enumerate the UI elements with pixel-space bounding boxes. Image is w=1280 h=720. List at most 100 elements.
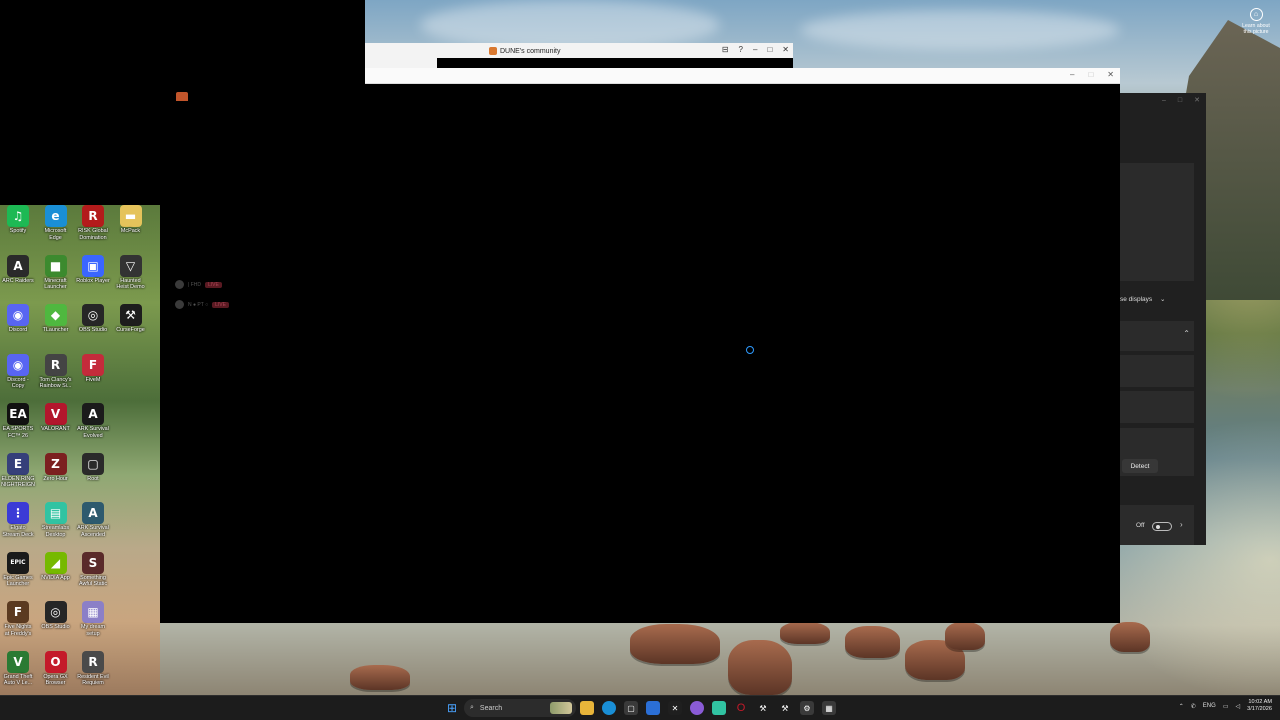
desktop-icon[interactable]: ♫ Spotify — [0, 205, 37, 235]
maximize-button[interactable]: □ — [767, 45, 772, 54]
app-icon: e — [44, 205, 67, 227]
desktop-icon[interactable]: ◎ OBS Studio — [74, 304, 112, 334]
app-icon[interactable]: ▦ — [822, 701, 836, 715]
desktop-icon[interactable]: R RISK Global Domination — [74, 205, 112, 241]
window-title: DUNE's community — [489, 47, 560, 55]
dune-community-window[interactable]: DUNE's community ⊟ ? – □ ✕ — [365, 43, 793, 68]
app-icon: A — [7, 254, 29, 277]
desktop-icon[interactable]: R Resident Evil Requiem — [74, 650, 112, 687]
close-button[interactable]: ✕ — [1194, 96, 1200, 104]
settings-card — [1120, 391, 1194, 423]
main-window-content[interactable] — [365, 68, 1120, 623]
desktop-icon[interactable]: S Something Awful Static — [74, 551, 112, 588]
help-icon[interactable]: ? — [739, 45, 743, 54]
avatar — [175, 280, 184, 289]
desktop-icon[interactable]: ◉ Discord - Copy — [0, 353, 37, 390]
settings-window[interactable]: – □ ✕ se displays ⌄ ⌃ — [1120, 93, 1206, 545]
desktop-icon[interactable]: e Microsoft Edge — [37, 205, 75, 241]
desktop-icon[interactable]: ▣ Roblox Player — [74, 254, 112, 285]
multiple-displays-dropdown[interactable]: se displays ⌄ — [1120, 295, 1165, 303]
live-list-item[interactable]: N ● PT ○ LIVE — [175, 300, 229, 309]
desktop-icon-label: RISK Global Domination — [78, 228, 108, 241]
clock[interactable]: 10:02 AM 3/17/2026 — [1247, 699, 1272, 713]
desktop-icon[interactable]: ⚒ CurseForge — [112, 304, 150, 334]
desktop-icon[interactable]: A ARC Raiders — [0, 254, 37, 285]
close-button[interactable]: ✕ — [1107, 70, 1114, 79]
messenger-icon[interactable] — [690, 701, 704, 715]
app-icon: ⚒ — [119, 304, 142, 326]
settings-card — [1120, 355, 1194, 387]
close-button[interactable]: ✕ — [782, 45, 789, 54]
minimize-button[interactable]: – — [1070, 70, 1074, 79]
start-windows-icon[interactable]: ⊞ — [445, 701, 459, 715]
app-icon: A — [82, 502, 104, 524]
search-highlight-image — [550, 702, 572, 714]
taskbar-search[interactable]: ⌕ Search — [464, 699, 576, 717]
live-list-item[interactable]: | FHD LIVE — [175, 280, 222, 289]
desktop-icon[interactable]: EA EA SPORTS FC™ 26 — [0, 403, 37, 439]
app-icon: ▽ — [119, 254, 142, 277]
desktop-icon[interactable]: ▢ Root — [74, 452, 112, 483]
edge-icon[interactable] — [602, 701, 616, 715]
learn-about-picture[interactable]: ⌂ Learn about this picture — [1236, 8, 1276, 35]
desktop-icon-label: NVIDIA App — [41, 574, 70, 581]
desktop-icon[interactable]: ▦ My dream setup — [74, 601, 112, 637]
detect-button[interactable]: Detect — [1122, 459, 1158, 473]
opera-gx-icon[interactable]: O — [734, 701, 748, 715]
desktop-icon[interactable]: V Grand Theft Auto V Le... — [0, 650, 37, 687]
black-window-area — [160, 205, 365, 623]
minimize-button[interactable]: – — [1162, 97, 1166, 104]
settings-card-header[interactable]: ⌃ — [1120, 321, 1194, 351]
pip-icon[interactable]: ⊟ — [722, 45, 729, 54]
desktop-icon[interactable]: ⋮ Elgato Stream Deck — [0, 502, 37, 538]
chevron-up-icon[interactable]: ⌃ — [1179, 703, 1184, 710]
camera-icon: ⌂ — [1249, 8, 1263, 21]
settings-gear-icon[interactable]: ⚙ — [800, 701, 814, 715]
desktop-icon[interactable]: Z Zero Hour — [37, 452, 75, 483]
minimize-button[interactable]: – — [753, 45, 757, 54]
store-icon[interactable]: ▢ — [624, 701, 638, 715]
desktop-icon-label: Something Awful Static — [78, 574, 108, 588]
desktop-icon-label: Spotify — [9, 228, 27, 234]
network-icon[interactable]: ✆ — [1191, 703, 1196, 710]
wifi-icon[interactable]: ▭ — [1223, 703, 1229, 710]
desktop-icon[interactable]: R Tom Clancy's Rainbow Si... — [37, 353, 75, 390]
desktop-icon[interactable]: ▽ Haunted Heist Demo — [112, 254, 150, 291]
desktop-icon-label: FiveM — [85, 376, 101, 383]
desktop-icon[interactable]: ◆ TLauncher — [37, 304, 75, 334]
curseforge-icon[interactable]: ⚒ — [756, 701, 770, 715]
desktop-icon[interactable]: E ELDEN RING NIGHTREIGN — [0, 452, 37, 489]
toggle-switch[interactable] — [1152, 522, 1172, 531]
tool-icon[interactable]: ⚒ — [778, 701, 792, 715]
learn-about-label: Learn about this picture — [1242, 23, 1270, 35]
desktop-icon[interactable]: F Five Nights at Freddy's — [0, 601, 37, 637]
desktop-icon-label: Zero Hour — [43, 475, 68, 482]
desktop-icon[interactable]: A ARK Survival Evolved — [74, 403, 112, 439]
desktop-icon[interactable]: ◢ NVIDIA App — [37, 551, 75, 582]
language-indicator[interactable]: ENG — [1203, 703, 1216, 709]
desktop-icon-label: VALORANT — [41, 426, 70, 432]
desktop-icon[interactable]: A ARK Survival Ascended — [74, 502, 112, 538]
xbox-icon[interactable]: ✕ — [668, 701, 682, 715]
maximize-button[interactable]: □ — [1178, 97, 1182, 104]
outlook-icon[interactable] — [646, 701, 660, 715]
streamlabs-icon[interactable] — [712, 701, 726, 715]
file-explorer-icon[interactable] — [580, 701, 594, 715]
desktop-icon[interactable]: ▤ Streamlabs Desktop — [37, 502, 75, 538]
desktop-icon[interactable]: O Opera GX Browser — [37, 650, 75, 687]
maximize-button[interactable]: □ — [1088, 70, 1093, 79]
dune-app-icon — [489, 47, 497, 55]
chevron-right-icon[interactable]: › — [1180, 520, 1183, 529]
desktop-icon[interactable]: ◉ Discord — [0, 304, 37, 334]
volume-icon[interactable]: ◁ — [1235, 703, 1240, 710]
clock-time: 10:02 AM — [1248, 699, 1272, 705]
desktop-icon-label: ARC Raiders — [2, 277, 34, 284]
desktop-icon[interactable]: F FiveM — [74, 353, 112, 384]
desktop-icon[interactable]: V VALORANT — [37, 403, 75, 433]
desktop-icon[interactable]: ◎ OBS Studio — [37, 601, 75, 631]
desktop-icon[interactable]: ▬ McPack — [112, 205, 150, 235]
black-window-area — [0, 0, 365, 205]
desktop-icon[interactable]: EPIC Epic Games Launcher — [0, 551, 37, 588]
main-window-titlebar[interactable]: – □ ✕ — [365, 68, 1120, 84]
desktop-icon[interactable]: ■ Minecraft Launcher — [37, 254, 75, 291]
